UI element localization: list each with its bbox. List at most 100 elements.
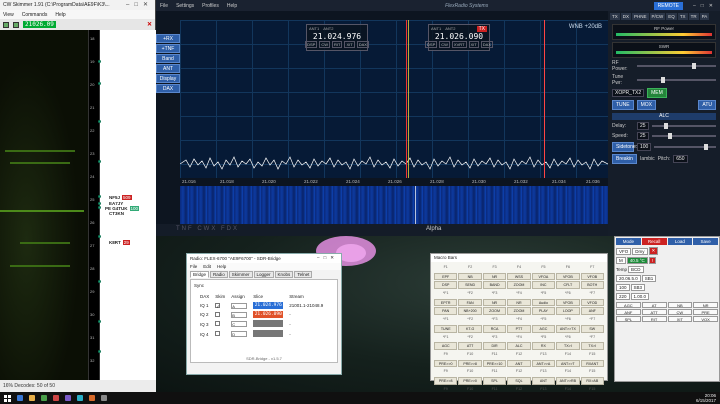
macro-button[interactable]: ZOOM (507, 307, 531, 316)
macro-button[interactable]: F14 (556, 368, 579, 376)
status-flags[interactable]: TNF CWX FDX (176, 226, 239, 232)
remote-button[interactable]: REMOTE (653, 1, 683, 10)
macro-button[interactable]: F6 (556, 264, 579, 272)
skimmer-waterfall[interactable]: ➤ (0, 30, 114, 380)
tab-skimmer[interactable]: Skimmer (228, 271, 253, 278)
slice-b-mode[interactable]: XIT (468, 41, 479, 48)
display-button[interactable]: Display (156, 74, 180, 83)
slice-a-mode[interactable]: CW (319, 41, 330, 48)
stop-icon[interactable]: ✕ (147, 21, 152, 28)
macro-button[interactable]: Audio (531, 298, 556, 307)
macro-button[interactable]: NB+200 (458, 307, 482, 316)
rig-key[interactable]: NR (693, 302, 718, 308)
macro-button[interactable]: ATT (458, 342, 482, 350)
macro-button[interactable]: *F2 (458, 334, 481, 342)
slice-a-mode[interactable]: DAX (356, 41, 369, 48)
macro-button[interactable]: WSS (507, 272, 531, 281)
rig-key[interactable]: ATT (641, 309, 667, 315)
slice-a-mode[interactable]: XIT (344, 41, 355, 48)
macro-button[interactable]: ^F3 (483, 316, 506, 324)
band-button[interactable]: Band (156, 54, 180, 63)
slice-b-mode[interactable]: DAX (480, 41, 493, 48)
rig-key[interactable]: AGC (616, 302, 641, 308)
wnb-indicator[interactable]: WNB +20dB (569, 24, 602, 30)
rf-power-slider[interactable] (637, 63, 716, 69)
macro-button[interactable]: ^F2 (458, 316, 481, 324)
mem-button[interactable]: MEM (647, 88, 667, 98)
macro-button[interactable]: F7 (581, 264, 604, 272)
skim-checkbox[interactable] (215, 311, 221, 317)
macro-button[interactable]: ALC (507, 342, 531, 350)
macro-button[interactable]: F4 (507, 264, 530, 272)
taskbar-app-icon[interactable] (41, 395, 47, 401)
value-box[interactable]: 20.06.5.0 (616, 275, 641, 282)
macro-button[interactable]: BAND (482, 281, 507, 290)
macro-button[interactable]: *F1 (434, 334, 457, 342)
macro-button[interactable]: RX>AB (580, 376, 604, 385)
menu-file[interactable]: File (190, 264, 197, 269)
macro-button[interactable]: VFOB (556, 298, 580, 307)
macro-button[interactable]: F12 (507, 368, 530, 376)
tab-knobs[interactable]: Knobs (274, 271, 294, 278)
rig-key[interactable]: RIT (641, 316, 667, 322)
macro-button[interactable]: F13 (532, 368, 555, 376)
skim-checkbox[interactable] (215, 321, 221, 326)
macro-button[interactable]: ^F7 (581, 316, 604, 324)
macro-button[interactable]: F2 (458, 264, 481, 272)
rig-key[interactable]: ANF (616, 309, 641, 315)
window-controls[interactable]: –□✕ (691, 3, 720, 9)
taskbar-app-icon[interactable] (77, 395, 83, 401)
macro-button[interactable]: F9 (434, 368, 457, 376)
skimmer-frequency[interactable]: 21026.09 (23, 21, 56, 28)
sdr-waterfall[interactable] (180, 186, 608, 224)
memory-box[interactable]: M (616, 257, 626, 264)
value-box[interactable]: 100 (616, 284, 630, 291)
panel-tab[interactable]: PA (699, 13, 710, 20)
taskbar-app-icon[interactable] (53, 395, 59, 401)
play-icon[interactable] (3, 21, 9, 28)
slice-a-mode[interactable]: RIT (332, 41, 343, 48)
macro-button[interactable]: *F5 (532, 334, 555, 342)
macro-button[interactable]: ^F5 (532, 316, 555, 324)
pitch-value[interactable]: 650 (673, 155, 688, 163)
macro-button[interactable]: DSP (434, 281, 458, 290)
menu-profiles[interactable]: Profiles (202, 3, 219, 9)
sidetone-value[interactable]: 100 (637, 143, 652, 151)
tab-telnet[interactable]: Telnet (294, 271, 313, 278)
panel-tab[interactable]: P/CW (649, 13, 666, 20)
macro-button[interactable]: SQL (507, 376, 531, 385)
macro-button[interactable]: KT-G (458, 324, 482, 333)
macro-button[interactable]: F15 (581, 351, 604, 359)
callsign-spot[interactable]: CT3KN (109, 211, 124, 216)
record-icon[interactable] (13, 21, 19, 28)
slice-b-ant1[interactable]: ANT1 (431, 26, 441, 31)
mox-button[interactable]: MOX (636, 100, 657, 110)
slice-a-frequency[interactable]: 21.024.976 (307, 32, 367, 41)
assign-select[interactable]: D (231, 331, 248, 337)
macro-button[interactable]: F10 (458, 351, 481, 359)
macro-button[interactable]: EPF (434, 272, 458, 281)
slice-a-flag[interactable]: ANT1 ANT2 21.024.976 DSP CW RIT XIT DAX (305, 24, 369, 51)
save-button[interactable]: Save (693, 238, 718, 245)
macro-button[interactable]: SPL (482, 376, 507, 385)
macro-button[interactable]: F12 (507, 351, 530, 359)
rig-key[interactable]: XIT (667, 316, 693, 322)
rig-key[interactable]: AT (641, 302, 667, 308)
start-button[interactable] (4, 394, 11, 402)
macro-button[interactable]: PRE>>8 (458, 359, 482, 368)
macro-button[interactable]: F13 (532, 351, 555, 359)
macro-button[interactable]: *F7 (581, 334, 604, 342)
slice-b-mode[interactable]: XVRT (451, 41, 467, 48)
panel-tab[interactable]: EQ (666, 13, 677, 20)
menu-help[interactable]: Help (55, 12, 65, 18)
macro-button[interactable]: NR (482, 298, 507, 307)
assign-select[interactable]: A (231, 302, 248, 309)
recall-button[interactable]: Recall (641, 238, 667, 245)
slice-b-flag[interactable]: ANT1 ANT2 TX 21.026.090 DSP CW XVRT XIT D… (425, 24, 493, 51)
taskbar-app-icon[interactable] (89, 395, 95, 401)
macro-button[interactable]: RCA (482, 324, 507, 333)
add-tnf-button[interactable]: +TNF (156, 44, 180, 53)
assign-select[interactable]: B (231, 311, 248, 318)
bcd-box[interactable]: BCD (628, 266, 644, 273)
macro-button[interactable]: FAN (458, 298, 482, 307)
